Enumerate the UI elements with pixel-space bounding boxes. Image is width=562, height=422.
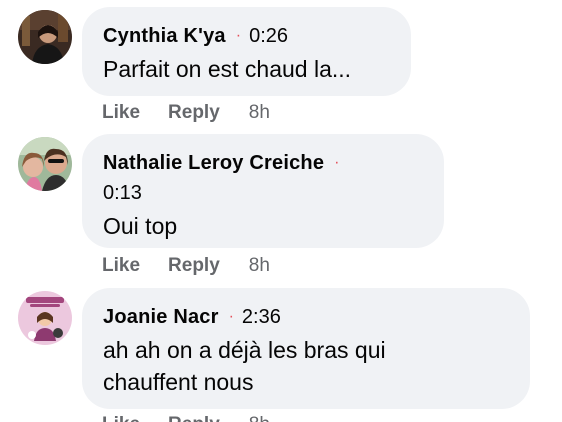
reply-button[interactable]: Reply [168, 413, 220, 422]
comment-timestamp[interactable]: 0:13 [103, 178, 424, 208]
comment-text: ah ah on a déjà les bras qui chauffent n… [103, 334, 510, 398]
comment-bubble: Cynthia K'ya · 0:26 Parfait on est chaud l… [82, 7, 411, 96]
avatar-photo [18, 10, 72, 64]
comment-age[interactable]: 8h [249, 101, 270, 125]
author-name[interactable]: Cynthia K'ya [103, 25, 226, 47]
separator-dot: · [228, 308, 234, 325]
comment-actions: Like Reply 8h [102, 254, 270, 278]
author-name[interactable]: Joanie Nacr [103, 306, 219, 328]
comment-bubble: Joanie Nacr · 2:36 ah ah on a déjà les bra… [82, 288, 530, 409]
reply-button[interactable]: Reply [168, 101, 220, 125]
comment-header: Nathalie Leroy Creiche · [103, 148, 424, 178]
comment-text-line: chauffent nous [103, 369, 254, 395]
comment-timestamp[interactable]: 0:26 [249, 25, 288, 47]
avatar-illustration [18, 291, 72, 345]
avatar-photo [18, 137, 72, 191]
avatar[interactable] [18, 291, 72, 345]
like-button[interactable]: Like [102, 413, 140, 422]
comment-thread: Cynthia K'ya · 0:26 Parfait on est chaud l… [0, 0, 562, 422]
reply-button[interactable]: Reply [168, 254, 220, 278]
author-name[interactable]: Nathalie Leroy Creiche [103, 152, 324, 174]
comment-actions: Like Reply 8h [102, 101, 270, 125]
avatar[interactable] [18, 10, 72, 64]
separator-dot: · [235, 27, 242, 44]
comment-bubble: Nathalie Leroy Creiche · 0:13 Oui top [82, 134, 444, 248]
comment-actions: Like Reply 8h [102, 413, 270, 422]
comment-age[interactable]: 8h [249, 254, 270, 278]
separator-dot: · [334, 154, 340, 171]
like-button[interactable]: Like [102, 101, 140, 125]
comment-text: Oui top [103, 213, 178, 239]
comment-header: Joanie Nacr · 2:36 [103, 302, 510, 332]
comment-header: Cynthia K'ya · 0:26 [103, 21, 391, 51]
avatar[interactable] [18, 137, 72, 191]
like-button[interactable]: Like [102, 254, 140, 278]
comment-text-line: ah ah on a déjà les bras qui [103, 337, 386, 363]
comment-text: Parfait on est chaud la... [103, 56, 352, 82]
comment-age[interactable]: 8h [249, 413, 270, 422]
comment-timestamp[interactable]: 2:36 [242, 306, 281, 328]
